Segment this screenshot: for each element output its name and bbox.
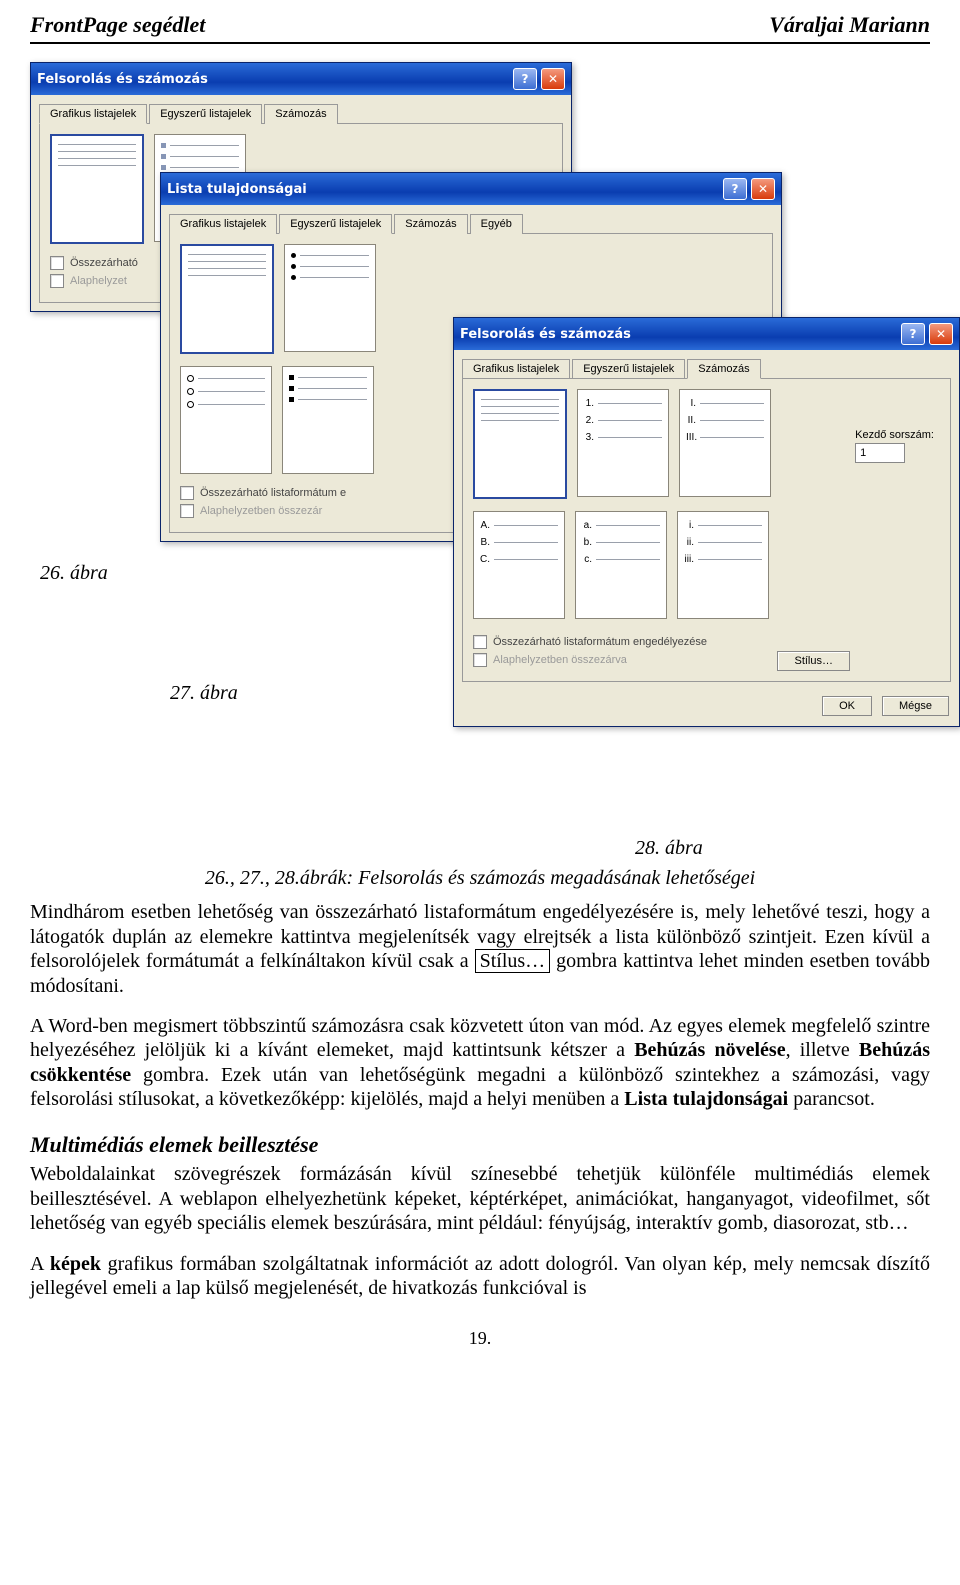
close-icon[interactable]: ✕ bbox=[541, 68, 565, 90]
style-thumb[interactable] bbox=[50, 134, 144, 244]
paragraph-2: A Word-ben megismert többszintű számozás… bbox=[30, 1014, 930, 1112]
stilus-boxed: Stílus… bbox=[475, 949, 551, 973]
header-left: FrontPage segédlet bbox=[30, 12, 205, 38]
checkbox-alaphelyzet: Alaphelyzetben összezárva bbox=[473, 653, 707, 667]
help-icon[interactable]: ? bbox=[901, 323, 925, 345]
tab-szamozas[interactable]: Számozás bbox=[687, 359, 760, 379]
kezdo-sorszam: Kezdő sorszám: 1 bbox=[855, 429, 934, 463]
header-rule bbox=[30, 42, 930, 44]
cancel-button[interactable]: Mégse bbox=[882, 696, 949, 716]
style-thumb[interactable]: i. ii. iii. bbox=[677, 511, 769, 619]
dialog-title: Felsorolás és számozás bbox=[37, 72, 208, 87]
header-right: Váraljai Mariann bbox=[769, 12, 930, 38]
dialog-felsorolas-3: Felsorolás és számozás ? ✕ Grafikus list… bbox=[453, 317, 960, 727]
dialog-title: Felsorolás és számozás bbox=[460, 327, 631, 342]
style-thumb[interactable] bbox=[180, 244, 274, 354]
caption-28: 28. ábra bbox=[635, 837, 703, 860]
stilus-button[interactable]: Stílus… bbox=[777, 651, 850, 671]
titlebar[interactable]: Felsorolás és számozás ? ✕ bbox=[454, 318, 959, 350]
caption-27: 27. ábra bbox=[170, 682, 238, 705]
tab-egyszeru-listajelek[interactable]: Egyszerű listajelek bbox=[572, 359, 685, 379]
style-thumb[interactable] bbox=[180, 366, 272, 474]
help-icon[interactable]: ? bbox=[513, 68, 537, 90]
dialog-title: Lista tulajdonságai bbox=[167, 182, 307, 197]
close-icon[interactable]: ✕ bbox=[929, 323, 953, 345]
tab-grafikus-listajelek[interactable]: Grafikus listajelek bbox=[39, 104, 147, 124]
close-icon[interactable]: ✕ bbox=[751, 178, 775, 200]
paragraph-3: Weboldalainkat szövegrészek formázásán k… bbox=[30, 1162, 930, 1235]
paragraph-4: A képek grafikus formában szolgáltatnak … bbox=[30, 1252, 930, 1301]
style-thumb[interactable]: A. B. C. bbox=[473, 511, 565, 619]
ok-button[interactable]: OK bbox=[822, 696, 872, 716]
kezdo-input[interactable]: 1 bbox=[855, 443, 905, 463]
titlebar[interactable]: Felsorolás és számozás ? ✕ bbox=[31, 63, 571, 95]
tab-egyszeru-listajelek[interactable]: Egyszerű listajelek bbox=[279, 214, 392, 234]
help-icon[interactable]: ? bbox=[723, 178, 747, 200]
caption-26: 26. ábra bbox=[40, 562, 108, 585]
tab-egyeb[interactable]: Egyéb bbox=[470, 214, 523, 234]
heading-multimedia: Multimédiás elemek beillesztése bbox=[30, 1132, 930, 1159]
style-thumb[interactable] bbox=[473, 389, 567, 499]
figure-line: 26., 27., 28.ábrák: Felsorolás és számoz… bbox=[30, 866, 930, 890]
tab-grafikus-listajelek[interactable]: Grafikus listajelek bbox=[169, 214, 277, 234]
tab-szamozas[interactable]: Számozás bbox=[264, 104, 337, 124]
checkbox-osszezarhato[interactable]: Összezárható listaformátum engedélyezése bbox=[473, 635, 707, 649]
style-thumb[interactable]: I. II. III. bbox=[679, 389, 771, 497]
tab-grafikus-listajelek[interactable]: Grafikus listajelek bbox=[462, 359, 570, 379]
titlebar[interactable]: Lista tulajdonságai ? ✕ bbox=[161, 173, 781, 205]
paragraph-1: Mindhárom esetben lehetőség van összezár… bbox=[30, 900, 930, 998]
style-thumb[interactable] bbox=[282, 366, 374, 474]
style-thumb[interactable]: a. b. c. bbox=[575, 511, 667, 619]
tab-egyszeru-listajelek[interactable]: Egyszerű listajelek bbox=[149, 104, 262, 124]
style-thumb[interactable] bbox=[284, 244, 376, 352]
page-number: 19. bbox=[0, 1316, 960, 1369]
style-thumb[interactable]: 1. 2. 3. bbox=[577, 389, 669, 497]
tab-szamozas[interactable]: Számozás bbox=[394, 214, 467, 234]
